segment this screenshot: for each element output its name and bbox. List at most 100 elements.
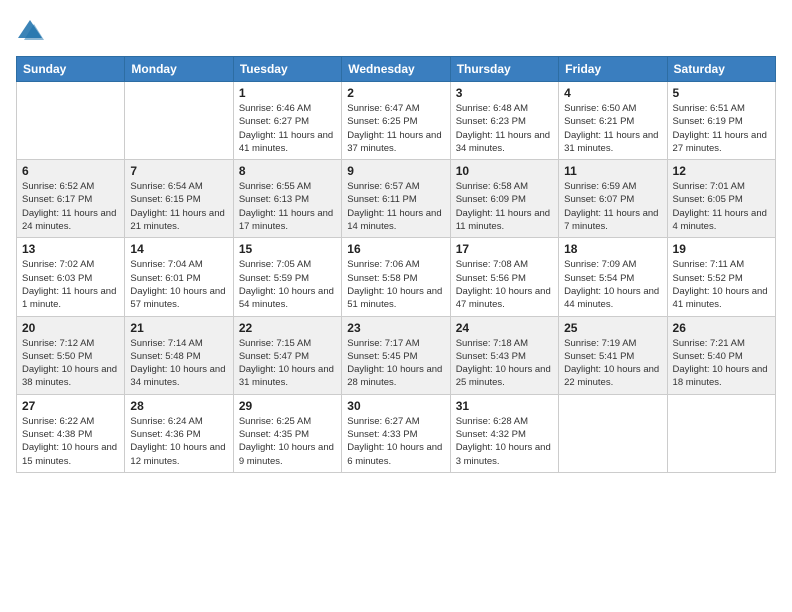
day-number: 24: [456, 321, 553, 335]
calendar-day-cell: 3 Sunrise: 6:48 AM Sunset: 6:23 PM Daylig…: [450, 82, 558, 160]
day-info: Sunrise: 6:47 AM Sunset: 6:25 PM Dayligh…: [347, 102, 444, 155]
weekday-header: Sunday: [17, 57, 125, 82]
calendar-day-cell: 15 Sunrise: 7:05 AM Sunset: 5:59 PM Dayli…: [233, 238, 341, 316]
day-info: Sunrise: 6:55 AM Sunset: 6:13 PM Dayligh…: [239, 180, 336, 233]
day-info: Sunrise: 6:52 AM Sunset: 6:17 PM Dayligh…: [22, 180, 119, 233]
calendar-day-cell: 2 Sunrise: 6:47 AM Sunset: 6:25 PM Daylig…: [342, 82, 450, 160]
calendar-day-cell: 9 Sunrise: 6:57 AM Sunset: 6:11 PM Daylig…: [342, 160, 450, 238]
calendar-day-cell: 26Sunrise: 7:21 AM Sunset: 5:40 PM Dayli…: [667, 316, 775, 394]
calendar-table: SundayMondayTuesdayWednesdayThursdayFrid…: [16, 56, 776, 473]
day-info: Sunrise: 7:12 AM Sunset: 5:50 PM Dayligh…: [22, 337, 119, 390]
day-info: Sunrise: 7:19 AM Sunset: 5:41 PM Dayligh…: [564, 337, 661, 390]
calendar-day-cell: 20 Sunrise: 7:12 AM Sunset: 5:50 PM Dayli…: [17, 316, 125, 394]
calendar-day-cell: 23Sunrise: 7:17 AM Sunset: 5:45 PM Dayli…: [342, 316, 450, 394]
day-number: 25: [564, 321, 661, 335]
calendar-day-cell: [17, 82, 125, 160]
calendar-day-cell: 6 Sunrise: 6:52 AM Sunset: 6:17 PM Daylig…: [17, 160, 125, 238]
calendar-day-cell: 29 Sunrise: 6:25 AM Sunset: 4:35 PM Dayli…: [233, 394, 341, 472]
day-info: Sunrise: 7:11 AM Sunset: 5:52 PM Dayligh…: [673, 258, 770, 311]
calendar-day-cell: 14Sunrise: 7:04 AM Sunset: 6:01 PM Dayli…: [125, 238, 233, 316]
calendar-week-row: 27Sunrise: 6:22 AM Sunset: 4:38 PM Dayli…: [17, 394, 776, 472]
day-number: 26: [673, 321, 770, 335]
day-info: Sunrise: 7:14 AM Sunset: 5:48 PM Dayligh…: [130, 337, 227, 390]
day-number: 7: [130, 164, 227, 178]
weekday-header: Monday: [125, 57, 233, 82]
calendar-day-cell: [667, 394, 775, 472]
day-number: 10: [456, 164, 553, 178]
weekday-header: Tuesday: [233, 57, 341, 82]
calendar-day-cell: 10 Sunrise: 6:58 AM Sunset: 6:09 PM Dayli…: [450, 160, 558, 238]
day-info: Sunrise: 6:58 AM Sunset: 6:09 PM Dayligh…: [456, 180, 553, 233]
day-number: 1: [239, 86, 336, 100]
day-number: 31: [456, 399, 553, 413]
day-number: 15: [239, 242, 336, 256]
calendar-day-cell: 5 Sunrise: 6:51 AM Sunset: 6:19 PM Daylig…: [667, 82, 775, 160]
calendar-day-cell: 8Sunrise: 6:55 AM Sunset: 6:13 PM Daylig…: [233, 160, 341, 238]
day-number: 23: [347, 321, 444, 335]
day-number: 18: [564, 242, 661, 256]
day-info: Sunrise: 6:51 AM Sunset: 6:19 PM Dayligh…: [673, 102, 770, 155]
day-number: 3: [456, 86, 553, 100]
day-number: 14: [130, 242, 227, 256]
calendar-header-row: SundayMondayTuesdayWednesdayThursdayFrid…: [17, 57, 776, 82]
day-info: Sunrise: 7:02 AM Sunset: 6:03 PM Dayligh…: [22, 258, 119, 311]
calendar-day-cell: 11 Sunrise: 6:59 AM Sunset: 6:07 PM Dayli…: [559, 160, 667, 238]
weekday-header: Wednesday: [342, 57, 450, 82]
calendar-day-cell: 21 Sunrise: 7:14 AM Sunset: 5:48 PM Dayli…: [125, 316, 233, 394]
calendar-day-cell: 24 Sunrise: 7:18 AM Sunset: 5:43 PM Dayli…: [450, 316, 558, 394]
calendar-week-row: 13 Sunrise: 7:02 AM Sunset: 6:03 PM Dayli…: [17, 238, 776, 316]
calendar-week-row: 20 Sunrise: 7:12 AM Sunset: 5:50 PM Dayli…: [17, 316, 776, 394]
calendar-week-row: 6 Sunrise: 6:52 AM Sunset: 6:17 PM Daylig…: [17, 160, 776, 238]
day-number: 16: [347, 242, 444, 256]
day-number: 21: [130, 321, 227, 335]
day-info: Sunrise: 6:25 AM Sunset: 4:35 PM Dayligh…: [239, 415, 336, 468]
logo-icon: [16, 16, 44, 44]
calendar-week-row: 1 Sunrise: 6:46 AM Sunset: 6:27 PM Daylig…: [17, 82, 776, 160]
day-info: Sunrise: 6:46 AM Sunset: 6:27 PM Dayligh…: [239, 102, 336, 155]
day-info: Sunrise: 7:01 AM Sunset: 6:05 PM Dayligh…: [673, 180, 770, 233]
calendar-day-cell: 7 Sunrise: 6:54 AM Sunset: 6:15 PM Daylig…: [125, 160, 233, 238]
day-number: 9: [347, 164, 444, 178]
weekday-header: Friday: [559, 57, 667, 82]
day-info: Sunrise: 6:27 AM Sunset: 4:33 PM Dayligh…: [347, 415, 444, 468]
day-number: 6: [22, 164, 119, 178]
day-info: Sunrise: 6:57 AM Sunset: 6:11 PM Dayligh…: [347, 180, 444, 233]
day-info: Sunrise: 6:28 AM Sunset: 4:32 PM Dayligh…: [456, 415, 553, 468]
day-info: Sunrise: 7:06 AM Sunset: 5:58 PM Dayligh…: [347, 258, 444, 311]
weekday-header: Saturday: [667, 57, 775, 82]
calendar-day-cell: 13 Sunrise: 7:02 AM Sunset: 6:03 PM Dayli…: [17, 238, 125, 316]
day-number: 12: [673, 164, 770, 178]
day-info: Sunrise: 7:08 AM Sunset: 5:56 PM Dayligh…: [456, 258, 553, 311]
day-number: 4: [564, 86, 661, 100]
day-number: 17: [456, 242, 553, 256]
day-number: 2: [347, 86, 444, 100]
day-number: 22: [239, 321, 336, 335]
calendar-day-cell: 16 Sunrise: 7:06 AM Sunset: 5:58 PM Dayli…: [342, 238, 450, 316]
calendar-day-cell: 18 Sunrise: 7:09 AM Sunset: 5:54 PM Dayli…: [559, 238, 667, 316]
day-info: Sunrise: 7:18 AM Sunset: 5:43 PM Dayligh…: [456, 337, 553, 390]
calendar-day-cell: 12 Sunrise: 7:01 AM Sunset: 6:05 PM Dayli…: [667, 160, 775, 238]
day-number: 29: [239, 399, 336, 413]
day-info: Sunrise: 6:54 AM Sunset: 6:15 PM Dayligh…: [130, 180, 227, 233]
day-info: Sunrise: 6:59 AM Sunset: 6:07 PM Dayligh…: [564, 180, 661, 233]
day-info: Sunrise: 7:05 AM Sunset: 5:59 PM Dayligh…: [239, 258, 336, 311]
day-number: 13: [22, 242, 119, 256]
calendar-day-cell: 30 Sunrise: 6:27 AM Sunset: 4:33 PM Dayli…: [342, 394, 450, 472]
day-info: Sunrise: 6:22 AM Sunset: 4:38 PM Dayligh…: [22, 415, 119, 468]
day-number: 5: [673, 86, 770, 100]
weekday-header: Thursday: [450, 57, 558, 82]
day-info: Sunrise: 6:48 AM Sunset: 6:23 PM Dayligh…: [456, 102, 553, 155]
logo: [16, 16, 48, 44]
day-info: Sunrise: 7:15 AM Sunset: 5:47 PM Dayligh…: [239, 337, 336, 390]
day-number: 19: [673, 242, 770, 256]
day-number: 20: [22, 321, 119, 335]
day-info: Sunrise: 7:09 AM Sunset: 5:54 PM Dayligh…: [564, 258, 661, 311]
day-number: 30: [347, 399, 444, 413]
calendar-day-cell: 22 Sunrise: 7:15 AM Sunset: 5:47 PM Dayli…: [233, 316, 341, 394]
day-info: Sunrise: 6:24 AM Sunset: 4:36 PM Dayligh…: [130, 415, 227, 468]
calendar-day-cell: 25 Sunrise: 7:19 AM Sunset: 5:41 PM Dayli…: [559, 316, 667, 394]
day-number: 11: [564, 164, 661, 178]
calendar-day-cell: 31 Sunrise: 6:28 AM Sunset: 4:32 PM Dayli…: [450, 394, 558, 472]
day-number: 28: [130, 399, 227, 413]
calendar-day-cell: 27Sunrise: 6:22 AM Sunset: 4:38 PM Dayli…: [17, 394, 125, 472]
